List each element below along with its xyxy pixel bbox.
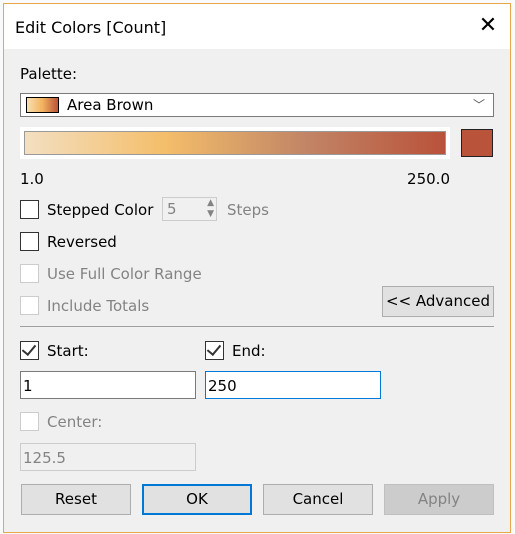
advanced-button[interactable]: << Advanced — [382, 286, 494, 317]
stepped-color-label: Stepped Color — [47, 201, 154, 219]
color-gradient-bar[interactable] — [24, 131, 446, 155]
dialog-title: Edit Colors [Count] — [15, 18, 167, 37]
use-full-color-range-checkbox[interactable] — [20, 264, 39, 283]
max-value-label: 250.0 — [407, 170, 450, 188]
start-input[interactable]: 1 — [20, 371, 196, 399]
stepped-color-checkbox[interactable] — [20, 200, 39, 219]
start-checkbox[interactable] — [20, 340, 39, 360]
separator — [20, 326, 494, 327]
steps-label: Steps — [227, 201, 269, 219]
palette-selected: Area Brown — [67, 96, 154, 114]
spinner-arrows-icon[interactable]: ▲ ▼ — [207, 198, 214, 220]
cancel-button[interactable]: Cancel — [263, 484, 373, 515]
include-totals-label: Include Totals — [47, 297, 150, 315]
gradient-frame — [20, 127, 450, 159]
reversed-label: Reversed — [47, 233, 117, 251]
center-label: Center: — [47, 413, 103, 431]
apply-button[interactable]: Apply — [384, 484, 494, 515]
end-input[interactable]: 250 — [205, 371, 381, 399]
palette-dropdown[interactable]: Area Brown ﹀ — [20, 93, 494, 117]
reset-button[interactable]: Reset — [21, 484, 131, 515]
steps-value: 5 — [167, 200, 177, 218]
use-full-color-range-label: Use Full Color Range — [47, 265, 202, 283]
reversed-checkbox[interactable] — [20, 232, 39, 251]
chevron-down-icon: ﹀ — [472, 98, 485, 112]
include-totals-checkbox[interactable] — [20, 296, 39, 315]
center-checkbox[interactable] — [20, 412, 39, 431]
end-label: End: — [232, 342, 266, 360]
steps-spinner[interactable]: 5 ▲ ▼ — [162, 197, 217, 221]
start-label: Start: — [47, 342, 89, 360]
end-checkbox[interactable] — [205, 340, 224, 360]
title-bar: Edit Colors [Count] ✕ — [4, 4, 510, 49]
checkmark-icon — [21, 340, 37, 357]
palette-swatch-icon — [26, 97, 59, 113]
end-color-swatch[interactable] — [461, 129, 493, 157]
center-input[interactable]: 125.5 — [20, 443, 196, 471]
min-value-label: 1.0 — [20, 170, 44, 188]
palette-label: Palette: — [20, 65, 78, 83]
edit-colors-dialog: Edit Colors [Count] ✕ Palette: Area Brow… — [3, 3, 511, 533]
checkmark-icon — [206, 340, 222, 357]
ok-button[interactable]: OK — [142, 484, 252, 515]
close-icon[interactable]: ✕ — [476, 14, 500, 38]
